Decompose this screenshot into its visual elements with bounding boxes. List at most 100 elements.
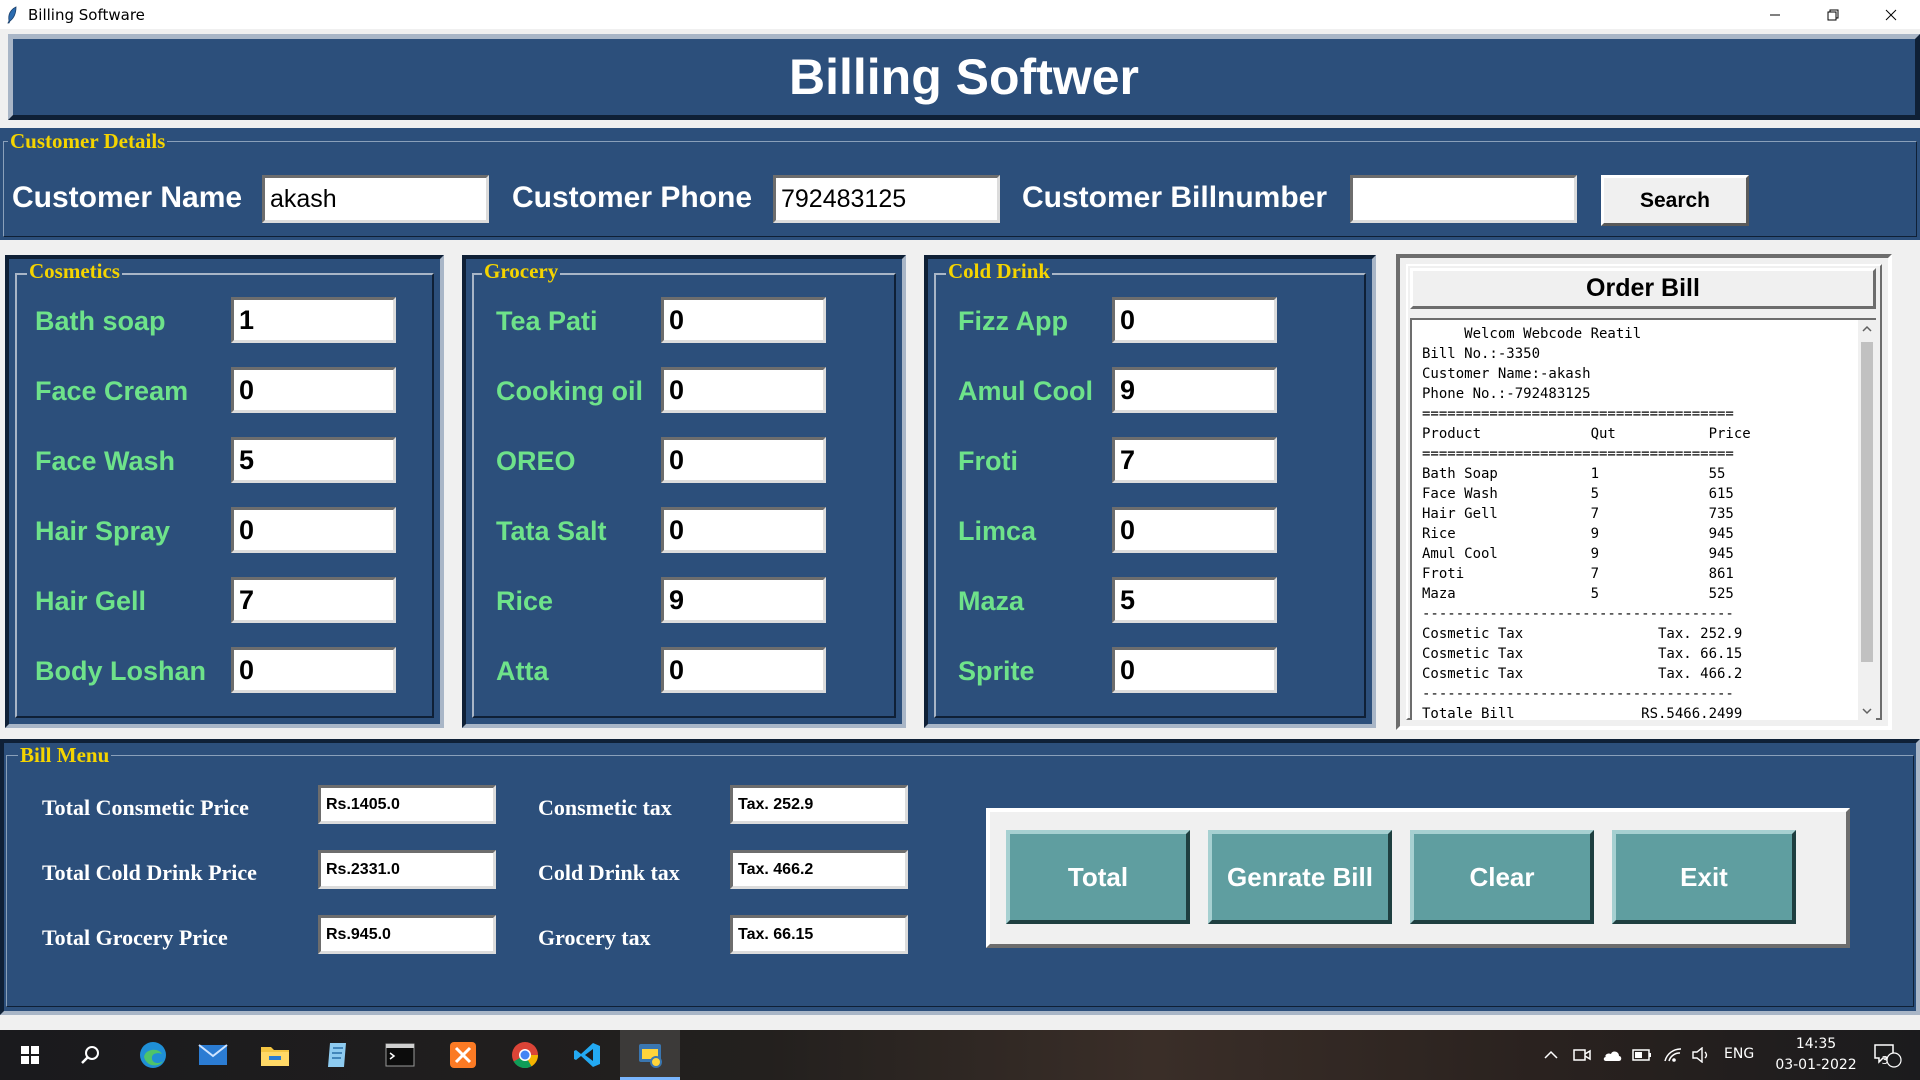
qty-input-face-wash[interactable]: 5 <box>231 437 396 483</box>
colddrink-tax-label: Cold Drink tax <box>538 860 680 885</box>
scroll-up-icon[interactable] <box>1858 320 1876 338</box>
cosmetic-tax-field[interactable]: Tax. 252.9 <box>730 785 908 824</box>
app-header: Billing Softwer <box>8 34 1920 120</box>
grocery-tax-label: Grocery tax <box>538 925 651 950</box>
total-grocery-price-field[interactable]: Rs.945.0 <box>318 915 496 954</box>
customer-name-label: Customer Name <box>12 181 243 214</box>
qty-input-face-cream[interactable]: 0 <box>231 367 396 413</box>
volume-icon[interactable] <box>1688 1030 1714 1080</box>
notepad-icon[interactable] <box>307 1030 367 1080</box>
item-label-tea-pati: Tea Pati <box>496 306 598 336</box>
scroll-down-icon[interactable] <box>1858 702 1876 720</box>
vscode-icon[interactable] <box>557 1030 617 1080</box>
item-label-limca: Limca <box>958 516 1037 546</box>
item-label-maza: Maza <box>958 586 1025 616</box>
qty-input-froti[interactable]: 7 <box>1112 437 1277 483</box>
item-label-amul-cool: Amul Cool <box>958 376 1093 406</box>
terminal-icon[interactable] <box>370 1030 430 1080</box>
order-bill-title: Order Bill <box>1410 268 1876 309</box>
start-icon[interactable] <box>0 1030 60 1080</box>
python-icon[interactable] <box>620 1030 680 1080</box>
colddrink-tax-field[interactable]: Tax. 466.2 <box>730 850 908 889</box>
generate-bill-button[interactable]: Genrate Bill <box>1208 830 1392 924</box>
window-bottom-strip <box>0 1016 1920 1030</box>
clock-time[interactable]: 14:35 <box>1792 1036 1840 1052</box>
qty-input-maza[interactable]: 5 <box>1112 577 1277 623</box>
total-grocery-price-label: Total Grocery Price <box>42 925 228 950</box>
minimize-button[interactable] <box>1746 0 1804 29</box>
qty-input-sprite[interactable]: 0 <box>1112 647 1277 693</box>
clock-date[interactable]: 03-01-2022 <box>1768 1057 1864 1073</box>
item-label-atta: Atta <box>496 656 549 686</box>
total-cosmetic-price-field[interactable]: Rs.1405.0 <box>318 785 496 824</box>
cosmetics-legend: Cosmetics <box>27 259 122 283</box>
total-cosmetic-price-label: Total Consmetic Price <box>42 795 249 820</box>
action-buttons-frame: Total Genrate Bill Clear Exit <box>986 808 1850 948</box>
colddrink-legend: Cold Drink <box>946 259 1053 283</box>
feather-icon <box>6 5 20 24</box>
total-colddrink-price-label: Total Cold Drink Price <box>42 860 257 885</box>
customer-phone-input[interactable]: 792483125 <box>773 175 1000 223</box>
qty-input-amul-cool[interactable]: 9 <box>1112 367 1277 413</box>
qty-input-oreo[interactable]: 0 <box>661 437 826 483</box>
page-title: Billing Softwer <box>789 49 1139 105</box>
qty-input-fizz-app[interactable]: 0 <box>1112 297 1277 343</box>
onedrive-icon[interactable] <box>1598 1030 1626 1080</box>
xampp-icon[interactable] <box>433 1030 493 1080</box>
item-label-face-wash: Face Wash <box>35 446 176 476</box>
wifi-icon[interactable] <box>1660 1030 1686 1080</box>
search-button[interactable]: Search <box>1601 175 1749 226</box>
battery-icon[interactable] <box>1630 1030 1654 1080</box>
total-colddrink-price-field[interactable]: Rs.2331.0 <box>318 850 496 889</box>
qty-input-hair-spray[interactable]: 0 <box>231 507 396 553</box>
clear-button[interactable]: Clear <box>1410 830 1594 924</box>
customer-billnumber-label: Customer Billnumber <box>1022 181 1328 214</box>
restore-button[interactable] <box>1804 0 1862 29</box>
exit-button[interactable]: Exit <box>1612 830 1796 924</box>
window-title: Billing Software <box>28 5 145 24</box>
order-bill-panel: Order Bill Welcom Webcode Reatil Bill No… <box>1396 254 1892 730</box>
bill-text-content: Welcom Webcode Reatil Bill No.:-3350 Cus… <box>1422 326 1751 720</box>
edge-icon[interactable] <box>123 1030 183 1080</box>
language-indicator[interactable]: ENG <box>1724 1046 1754 1062</box>
file-explorer-icon[interactable] <box>245 1030 305 1080</box>
customer-billnumber-input[interactable] <box>1350 175 1577 223</box>
qty-input-limca[interactable]: 0 <box>1112 507 1277 553</box>
qty-input-body-loshan[interactable]: 0 <box>231 647 396 693</box>
window-titlebar: Billing Software <box>0 0 1920 29</box>
qty-input-bath-soap[interactable]: 1 <box>231 297 396 343</box>
close-button[interactable] <box>1862 0 1920 29</box>
qty-input-tata-salt[interactable]: 0 <box>661 507 826 553</box>
search-icon[interactable] <box>60 1030 120 1080</box>
item-label-rice: Rice <box>496 586 554 616</box>
taskbar: ENG 14:35 03-01-2022 3 <box>0 1030 1920 1080</box>
customer-name-input[interactable]: akash <box>262 175 489 223</box>
item-label-hair-spray: Hair Spray <box>35 516 171 546</box>
item-label-cooking-oil: Cooking oil <box>496 376 643 406</box>
qty-input-hair-gell[interactable]: 7 <box>231 577 396 623</box>
bill-scrollbar[interactable] <box>1858 320 1876 720</box>
bill-textarea[interactable]: Welcom Webcode Reatil Bill No.:-3350 Cus… <box>1410 318 1876 720</box>
mail-icon[interactable] <box>183 1030 243 1080</box>
qty-input-rice[interactable]: 9 <box>661 577 826 623</box>
item-label-fizz-app: Fizz App <box>958 306 1068 336</box>
grocery-tax-field[interactable]: Tax. 66.15 <box>730 915 908 954</box>
meet-icon[interactable] <box>1570 1030 1594 1080</box>
cosmetic-tax-label: Consmetic tax <box>538 795 672 820</box>
bill-scrollbar-thumb[interactable] <box>1861 342 1873 662</box>
total-button[interactable]: Total <box>1006 830 1190 924</box>
qty-input-tea-pati[interactable]: 0 <box>661 297 826 343</box>
qty-input-atta[interactable]: 0 <box>661 647 826 693</box>
item-label-tata-salt: Tata Salt <box>496 516 607 546</box>
chevron-up-icon[interactable] <box>1540 1030 1562 1080</box>
chrome-icon[interactable] <box>495 1030 555 1080</box>
bill-menu-legend: Bill Menu <box>18 743 112 767</box>
item-label-sprite: Sprite <box>958 656 1035 686</box>
item-label-bath-soap: Bath soap <box>35 306 166 336</box>
item-label-hair-gell: Hair Gell <box>35 586 147 616</box>
customer-details-legend: Customer Details <box>8 129 168 153</box>
qty-input-cooking-oil[interactable]: 0 <box>661 367 826 413</box>
grocery-legend: Grocery <box>482 259 561 283</box>
customer-phone-label: Customer Phone <box>512 181 753 214</box>
item-label-froti: Froti <box>958 446 1018 476</box>
